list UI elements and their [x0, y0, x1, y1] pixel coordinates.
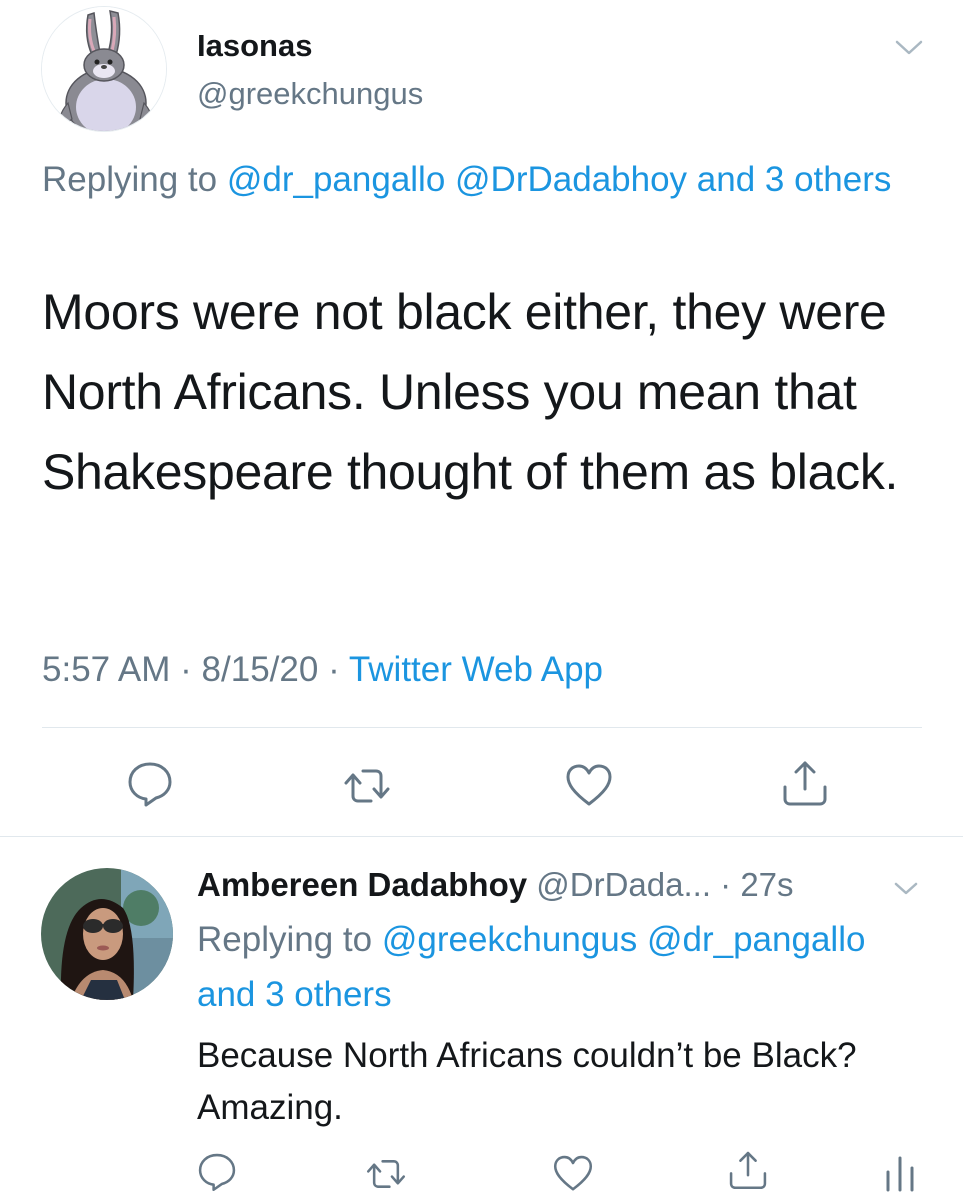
replying-to-line: Replying to @dr_pangallo @DrDadabhoy and…	[42, 152, 902, 207]
divider	[0, 836, 963, 837]
reply-icon[interactable]	[124, 758, 176, 810]
tweet-source[interactable]: Twitter Web App	[349, 650, 603, 689]
chevron-down-icon[interactable]	[893, 880, 919, 898]
divider	[42, 727, 922, 728]
reply-replying-to-line: Replying to @greekchungus @dr_pangallo a…	[197, 912, 897, 1022]
reply-header: Ambereen Dadabhoy @DrDada... · 27s	[197, 866, 794, 904]
tweet-text: Moors were not black either, they were N…	[42, 284, 899, 500]
profile-photo-avatar[interactable]	[41, 868, 173, 1000]
main-tweet: Iasonas @greekchungus Replying to @dr_pa…	[0, 0, 963, 837]
reply-timestamp[interactable]: 27s	[740, 866, 793, 903]
replying-to-label: Replying to	[42, 160, 218, 199]
analytics-icon[interactable]	[882, 1150, 934, 1202]
reply-author-handle[interactable]: @DrDada...	[536, 866, 711, 903]
meta-separator: ·	[720, 866, 732, 903]
reply-author-name[interactable]: Ambereen Dadabhoy	[197, 866, 527, 903]
author-display-name[interactable]: Iasonas	[197, 28, 312, 64]
tweet-meta: 5:57 AM · 8/15/20 · Twitter Web App	[42, 650, 603, 690]
heart-icon[interactable]	[551, 1152, 603, 1204]
chevron-down-icon[interactable]	[894, 38, 924, 58]
retweet-icon[interactable]	[341, 760, 393, 812]
heart-icon[interactable]	[563, 760, 615, 812]
tweet-date: 8/15/20	[201, 650, 319, 689]
reply-icon[interactable]	[195, 1150, 247, 1202]
tweet-time: 5:57 AM	[42, 650, 171, 689]
replying-to-label: Replying to	[197, 920, 373, 959]
share-icon[interactable]	[779, 757, 831, 809]
reply-tweet-text: Because North Africans couldn’t be Black…	[197, 1036, 857, 1127]
meta-separator: ·	[180, 650, 192, 689]
bunny-avatar-icon[interactable]	[41, 6, 167, 132]
author-handle[interactable]: @greekchungus	[197, 76, 423, 112]
replying-to-mentions[interactable]: @dr_pangallo @DrDadabhoy and 3 others	[227, 160, 892, 199]
retweet-icon[interactable]	[364, 1152, 416, 1204]
meta-separator: ·	[328, 650, 340, 689]
share-icon[interactable]	[726, 1148, 778, 1200]
